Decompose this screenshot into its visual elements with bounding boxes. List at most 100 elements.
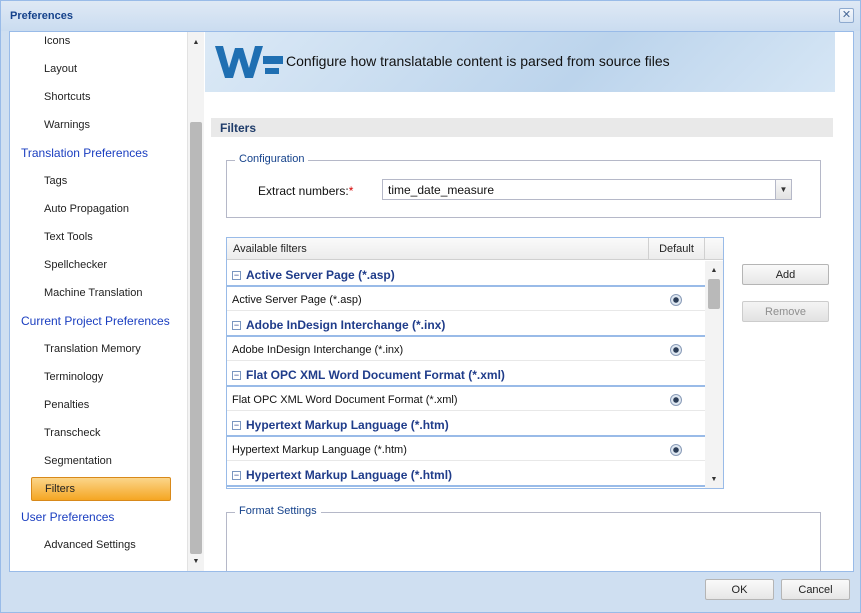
sidebar-item-spellchecker[interactable]: Spellchecker: [10, 253, 190, 277]
header-banner: Configure how translatable content is pa…: [205, 32, 835, 92]
preferences-window: Preferences ✕ Icons Layout Shortcuts Warnin…: [0, 0, 861, 613]
filter-name: Flat OPC XML Word Document Format (*.xml…: [232, 393, 458, 406]
filter-name: Active Server Page (*.asp): [232, 293, 362, 306]
sidebar-item-machine-translation[interactable]: Machine Translation: [10, 281, 190, 305]
sidebar-item-label: Shortcuts: [44, 91, 91, 103]
dialog-body: Icons Layout Shortcuts Warnings Translation …: [9, 31, 854, 572]
sidebar-item-label: Layout: [44, 63, 78, 75]
sidebar-item-advanced-settings[interactable]: Advanced Settings: [10, 533, 190, 557]
scroll-down-icon[interactable]: ▼: [188, 553, 204, 569]
extract-numbers-select[interactable]: time_date_measure ▼: [382, 179, 792, 200]
scroll-up-icon[interactable]: ▲: [706, 262, 722, 278]
format-settings-fieldset: Format Settings: [226, 505, 821, 571]
sidebar-item-translation-preferences[interactable]: Translation Preferences: [10, 141, 190, 165]
filter-group-name: Hypertext Markup Language (*.html): [246, 468, 453, 482]
section-title: Filters: [211, 118, 833, 137]
sidebar-item-translation-memory[interactable]: Translation Memory: [10, 337, 190, 361]
preferences-sidebar: Icons Layout Shortcuts Warnings Translation …: [10, 32, 204, 571]
grid-scrollbar[interactable]: ▲ ▼: [705, 261, 723, 488]
sidebar-item-warnings[interactable]: Warnings: [10, 113, 190, 137]
column-default[interactable]: Default: [649, 238, 705, 260]
add-button[interactable]: Add: [742, 264, 829, 285]
filter-name: Adobe InDesign Interchange (*.inx): [232, 343, 404, 356]
sidebar-item-terminology[interactable]: Terminology: [10, 365, 190, 389]
sidebar-item-label: Filters: [45, 483, 75, 495]
filter-group-header[interactable]: − Flat OPC XML Word Document Format (*.xm…: [227, 361, 705, 387]
sidebar-item-shortcuts[interactable]: Shortcuts: [10, 85, 190, 109]
sidebar-item-label: Segmentation: [44, 455, 112, 467]
sidebar-item-tags[interactable]: Tags: [10, 169, 190, 193]
title-bar: Preferences ✕: [1, 1, 860, 31]
chevron-down-icon[interactable]: ▼: [775, 179, 792, 200]
grid-body: − Active Server Page (*.asp) Active Server…: [227, 261, 705, 488]
sidebar-item-label: Transcheck: [44, 427, 101, 439]
filter-group-name: Adobe InDesign Interchange (*.inx): [246, 318, 446, 332]
filter-group-name: Hypertext Markup Language (*.htm): [246, 418, 449, 432]
column-available-filters[interactable]: Available filters: [227, 238, 649, 260]
collapse-icon[interactable]: −: [232, 471, 241, 480]
sidebar-item-segmentation[interactable]: Segmentation: [10, 449, 190, 473]
default-radio[interactable]: [670, 444, 682, 456]
grid-scroll-thumb[interactable]: [708, 279, 720, 309]
sidebar-item-label: Current Project Preferences: [21, 314, 170, 328]
sidebar-item-label: User Preferences: [21, 510, 115, 524]
required-marker: *: [348, 184, 354, 198]
filter-group-header[interactable]: − Adobe InDesign Interchange (*.inx): [227, 311, 705, 337]
sidebar-item-label: Tags: [44, 175, 68, 187]
filter-group-header[interactable]: − Active Server Page (*.asp): [227, 261, 705, 287]
sidebar-item-label: Advanced Settings: [44, 539, 136, 551]
sidebar-item-label: Penalties: [44, 399, 90, 411]
sidebar-item-current-project-preferences[interactable]: Current Project Preferences: [10, 309, 190, 333]
sidebar-item-user-preferences[interactable]: User Preferences: [10, 505, 190, 529]
filter-group-header[interactable]: − Hypertext Markup Language (*.htm): [227, 411, 705, 437]
wf-logo-icon: [215, 46, 283, 78]
extract-numbers-label: Extract numbers:*: [258, 184, 354, 198]
default-radio[interactable]: [670, 394, 682, 406]
header-text: Configure how translatable content is pa…: [286, 53, 670, 69]
sidebar-item-icons[interactable]: Icons: [10, 32, 190, 53]
collapse-icon[interactable]: −: [232, 271, 241, 280]
close-icon[interactable]: ✕: [839, 8, 854, 23]
collapse-icon[interactable]: −: [232, 371, 241, 380]
sidebar-item-text-tools[interactable]: Text Tools: [10, 225, 190, 249]
filter-row[interactable]: Hypertext Markup Language (*.htm): [227, 439, 705, 461]
sidebar-item-penalties[interactable]: Penalties: [10, 393, 190, 417]
default-radio[interactable]: [670, 294, 682, 306]
sidebar-item-filters[interactable]: Filters: [31, 477, 171, 501]
remove-button[interactable]: Remove: [742, 301, 829, 322]
filter-row[interactable]: Flat OPC XML Word Document Format (*.xml…: [227, 389, 705, 411]
cancel-button[interactable]: Cancel: [781, 579, 850, 600]
filter-row[interactable]: Adobe InDesign Interchange (*.inx): [227, 339, 705, 361]
sidebar-item-label: Spellchecker: [44, 259, 107, 271]
sidebar-item-transcheck[interactable]: Transcheck: [10, 421, 190, 445]
extract-numbers-value: time_date_measure: [388, 182, 495, 197]
configuration-fieldset: Configuration Extract numbers:* time_dat…: [226, 153, 821, 218]
sidebar-item-layout[interactable]: Layout: [10, 57, 190, 81]
format-settings-legend: Format Settings: [235, 505, 321, 517]
sidebar-item-label: Translation Preferences: [21, 146, 148, 160]
filters-grid: Available filters Default − Active Server…: [226, 237, 724, 489]
sidebar-item-label: Auto Propagation: [44, 203, 130, 215]
collapse-icon[interactable]: −: [232, 421, 241, 430]
filters-panel: Configure how translatable content is pa…: [205, 32, 835, 571]
scroll-up-icon[interactable]: ▲: [188, 34, 204, 50]
filter-row[interactable]: Active Server Page (*.asp): [227, 289, 705, 311]
sidebar-scrollbar[interactable]: ▲ ▼: [187, 32, 204, 571]
default-radio[interactable]: [670, 344, 682, 356]
sidebar-item-label: Machine Translation: [44, 287, 143, 299]
sidebar-item-label: Terminology: [44, 371, 104, 383]
ok-button[interactable]: OK: [705, 579, 774, 600]
sidebar-scroll-thumb[interactable]: [190, 122, 202, 554]
sidebar-item-auto-propagation[interactable]: Auto Propagation: [10, 197, 190, 221]
sidebar-item-label: Text Tools: [44, 231, 93, 243]
sidebar-item-label: Icons: [44, 35, 71, 47]
sidebar-item-label: Translation Memory: [44, 343, 141, 355]
grid-header: Available filters Default: [227, 238, 723, 260]
filter-group-header[interactable]: − Hypertext Markup Language (*.html): [227, 461, 705, 487]
filter-group-name: Flat OPC XML Word Document Format (*.xml…: [246, 368, 505, 382]
filter-group-name: Active Server Page (*.asp): [246, 268, 395, 282]
scroll-down-icon[interactable]: ▼: [706, 471, 722, 487]
collapse-icon[interactable]: −: [232, 321, 241, 330]
configuration-legend: Configuration: [235, 153, 309, 165]
window-title: Preferences: [10, 10, 73, 22]
